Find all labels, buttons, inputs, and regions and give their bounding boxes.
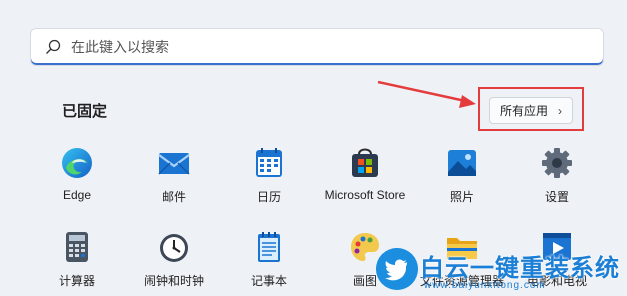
watermark-url: www.baiyunxitong.com	[424, 280, 546, 291]
all-apps-label: 所有应用	[499, 104, 548, 118]
clock-icon	[160, 234, 188, 262]
search-box[interactable]	[30, 28, 604, 66]
app-settings[interactable]: 设置	[507, 146, 607, 205]
app-edge[interactable]: Edge	[27, 146, 127, 202]
edge-icon	[62, 148, 92, 178]
store-icon	[352, 148, 378, 177]
app-label: 设置	[544, 190, 569, 204]
app-label: 记事本	[250, 274, 287, 288]
search-icon	[46, 39, 61, 54]
annotation-arrow	[377, 80, 476, 108]
app-mail[interactable]: 邮件	[124, 146, 224, 205]
start-menu: 已固定 所有应用 › Edge 邮件	[0, 0, 627, 296]
search-input[interactable]	[71, 39, 471, 55]
app-label: 闹钟和时钟	[143, 274, 204, 288]
app-calculator[interactable]: 计算器	[27, 230, 127, 289]
settings-icon	[542, 148, 572, 178]
calculator-icon	[66, 232, 88, 262]
app-label: 照片	[449, 190, 474, 204]
all-apps-button[interactable]: 所有应用 ›	[489, 97, 573, 124]
app-calendar[interactable]: 日历	[219, 146, 319, 205]
calendar-icon	[256, 148, 282, 177]
notepad-icon	[258, 232, 280, 262]
app-label: Microsoft Store	[324, 188, 406, 202]
app-label: Edge	[62, 188, 92, 202]
app-label: 邮件	[161, 190, 186, 204]
app-photos[interactable]: 照片	[412, 146, 512, 205]
app-label: 计算器	[58, 274, 95, 288]
app-alarms-clock[interactable]: 闹钟和时钟	[124, 230, 224, 289]
watermark-text: 白云一键重装系统	[420, 255, 620, 282]
watermark: 白云一键重装系统 www.baiyunxitong.com	[376, 246, 627, 296]
twitter-bird-logo	[376, 248, 418, 290]
app-microsoft-store[interactable]: Microsoft Store	[315, 146, 415, 202]
app-notepad[interactable]: 记事本	[219, 230, 319, 289]
app-label: 日历	[256, 190, 281, 204]
mail-icon	[158, 153, 190, 175]
photos-icon	[448, 150, 476, 176]
chevron-right-icon: ›	[558, 103, 562, 118]
pinned-title: 已固定	[62, 103, 108, 120]
